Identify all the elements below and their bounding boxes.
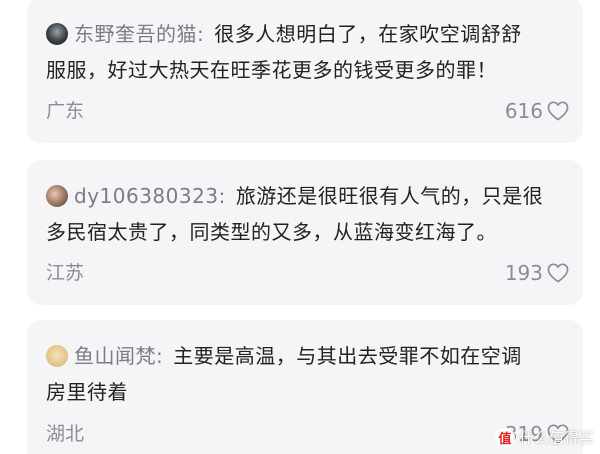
comment-card[interactable]: dy106380323: 旅游还是很旺很有人气的，只是很 多民宿太贵了，同类型的又…: [27, 160, 583, 305]
heart-icon[interactable]: [547, 101, 569, 121]
like-button[interactable]: 616: [505, 97, 569, 125]
comment-region: 广东: [46, 100, 85, 122]
user-avatar-icon[interactable]: [46, 185, 68, 207]
watermark-text: 什么值得买: [518, 429, 594, 447]
comment-region: 江苏: [46, 262, 85, 284]
comment-username[interactable]: 东野奎吾的猫: [74, 22, 197, 46]
comment-footer: 湖北 319: [46, 420, 569, 448]
comment-region: 湖北: [46, 423, 85, 445]
comment-content-continued: 房里待着: [46, 380, 128, 404]
comment-content-continued: 多民宿太贵了，同类型的又多，从蓝海变红海了。: [46, 220, 497, 244]
comment-first-line: dy106380323: 旅游还是很旺很有人气的，只是很: [46, 178, 569, 214]
comment-content: 很多人想明白了，在家吹空调舒舒: [214, 22, 522, 46]
comment-username[interactable]: dy106380323: [74, 184, 219, 208]
comment-content-continued: 服服，好过大热天在旺季花更多的钱受更多的罪！: [46, 58, 497, 82]
username-separator: :: [197, 22, 205, 46]
like-count: 193: [504, 261, 543, 285]
heart-icon[interactable]: [547, 263, 569, 283]
site-watermark: 值 什么值得买: [494, 427, 594, 448]
comment-content: 主要是高温，与其出去受罪不如在空调: [173, 344, 522, 368]
username-separator: :: [156, 344, 164, 368]
comment-first-line: 东野奎吾的猫: 很多人想明白了，在家吹空调舒舒: [46, 16, 569, 52]
user-avatar-icon[interactable]: [46, 345, 68, 367]
comment-footer: 广东 616: [46, 97, 569, 125]
comment-first-line: 鱼山闻梵: 主要是高温，与其出去受罪不如在空调: [46, 338, 569, 374]
comment-card[interactable]: 东野奎吾的猫: 很多人想明白了，在家吹空调舒舒 服服，好过大热天在旺季花更多的钱受…: [27, 0, 583, 143]
username-separator: :: [218, 184, 226, 208]
comment-content: 旅游还是很旺很有人气的，只是很: [235, 184, 544, 208]
user-avatar-icon[interactable]: [46, 23, 68, 45]
comment-footer: 江苏 193: [46, 259, 569, 287]
watermark-logo-icon: 值: [494, 427, 515, 448]
like-count: 616: [504, 99, 543, 123]
comment-feed: 东野奎吾的猫: 很多人想明白了，在家吹空调舒舒 服服，好过大热天在旺季花更多的钱受…: [0, 0, 600, 454]
comment-username[interactable]: 鱼山闻梵: [74, 344, 156, 368]
like-button[interactable]: 193: [505, 259, 569, 287]
